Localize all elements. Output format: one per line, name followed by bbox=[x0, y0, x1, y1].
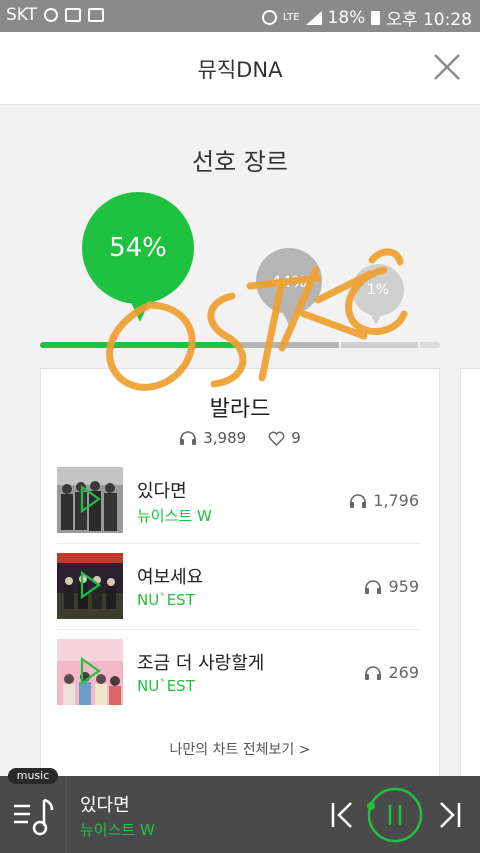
song-row-3[interactable]: 조금 더 사랑할게 NU`EST 269 bbox=[57, 629, 421, 715]
play-overlay-icon[interactable] bbox=[79, 571, 101, 599]
genre-percent-2: 44% bbox=[271, 271, 307, 291]
mini-player[interactable]: 있다면 뉴이스트 W bbox=[0, 776, 480, 853]
section-title: 선호 장르 bbox=[192, 148, 288, 176]
music-badge: music bbox=[8, 768, 58, 784]
song-play-count-2: 959 bbox=[388, 577, 419, 596]
pause-button[interactable] bbox=[366, 786, 424, 844]
notification-icon bbox=[44, 8, 59, 22]
playlist-icon[interactable] bbox=[8, 792, 58, 840]
genre-bubble-3[interactable]: 1% bbox=[352, 264, 404, 325]
song-plays-3: 269 bbox=[364, 663, 419, 682]
clock-label: 오후 10:28 bbox=[386, 10, 472, 30]
genre-plays: 3,989 bbox=[203, 429, 247, 447]
status-bar: SKT LTE 18% 오후 10:28 bbox=[0, 0, 480, 32]
song-artist-3[interactable]: NU`EST bbox=[137, 677, 195, 695]
song-title-3: 조금 더 사랑할게 bbox=[137, 653, 265, 674]
genre-stats: 3,989 9 bbox=[41, 429, 439, 447]
now-playing-artist: 뉴이스트 W bbox=[80, 821, 155, 839]
close-icon[interactable] bbox=[432, 52, 462, 82]
song-plays-2: 959 bbox=[364, 577, 419, 596]
genre-bubble-1[interactable]: 54% bbox=[82, 192, 194, 322]
song-row-1[interactable]: 있다면 뉴이스트 W 1,796 bbox=[57, 457, 421, 544]
song-title-1: 있다면 bbox=[137, 481, 187, 502]
next-genre-card-peek[interactable] bbox=[460, 368, 480, 780]
carrier-label: SKT bbox=[6, 5, 38, 25]
play-overlay-icon[interactable] bbox=[79, 485, 101, 513]
page-title: 뮤직DNA bbox=[197, 58, 283, 82]
genre-percent-3: 1% bbox=[366, 282, 390, 298]
headphones-icon bbox=[350, 493, 367, 508]
headphones-icon bbox=[365, 665, 382, 680]
header: 뮤직DNA bbox=[0, 32, 480, 105]
gallery-icon bbox=[88, 8, 105, 22]
song-artist-2[interactable]: NU`EST bbox=[137, 591, 195, 609]
status-right: LTE 18% 오후 10:28 bbox=[261, 5, 472, 30]
signal-icon bbox=[305, 10, 322, 25]
genre-bar-segment-2 bbox=[239, 342, 339, 348]
genre-card: 발라드 3,989 9 있다면 뉴이스트 W 1,796 여보세요 NU`EST… bbox=[40, 368, 440, 780]
song-title-2: 여보세요 bbox=[137, 567, 204, 588]
battery-label: 18% bbox=[327, 7, 366, 28]
genre-bubble-2[interactable]: 44% bbox=[256, 248, 322, 325]
song-play-count-3: 269 bbox=[388, 663, 419, 682]
play-overlay-icon[interactable] bbox=[79, 657, 101, 685]
genre-bar-segment-1 bbox=[40, 342, 237, 348]
headphones-icon bbox=[180, 431, 197, 445]
download-icon bbox=[65, 8, 82, 22]
now-playing-title: 있다면 bbox=[80, 795, 130, 816]
genre-likes: 9 bbox=[291, 429, 301, 447]
song-artist-1[interactable]: 뉴이스트 W bbox=[137, 505, 212, 526]
network-label: LTE bbox=[282, 12, 300, 23]
genre-bar-segment-3 bbox=[341, 342, 418, 348]
song-play-count-1: 1,796 bbox=[373, 491, 419, 510]
genre-bar-segment-rest bbox=[420, 342, 440, 348]
player-divider bbox=[66, 776, 67, 853]
battery-icon bbox=[371, 11, 381, 25]
genre-name: 발라드 bbox=[209, 397, 271, 422]
heart-icon bbox=[268, 431, 285, 446]
song-row-2[interactable]: 여보세요 NU`EST 959 bbox=[57, 543, 421, 630]
song-plays-1: 1,796 bbox=[349, 491, 419, 510]
genre-percent-1: 54% bbox=[109, 233, 167, 263]
previous-icon[interactable] bbox=[330, 800, 354, 830]
next-icon[interactable] bbox=[438, 800, 462, 830]
status-left: SKT bbox=[6, 5, 105, 25]
headphones-icon bbox=[365, 579, 382, 594]
genre-distribution-bar bbox=[40, 342, 440, 348]
view-full-chart-link[interactable]: 나만의 차트 전체보기 > bbox=[41, 739, 439, 759]
alarm-icon bbox=[261, 10, 277, 25]
